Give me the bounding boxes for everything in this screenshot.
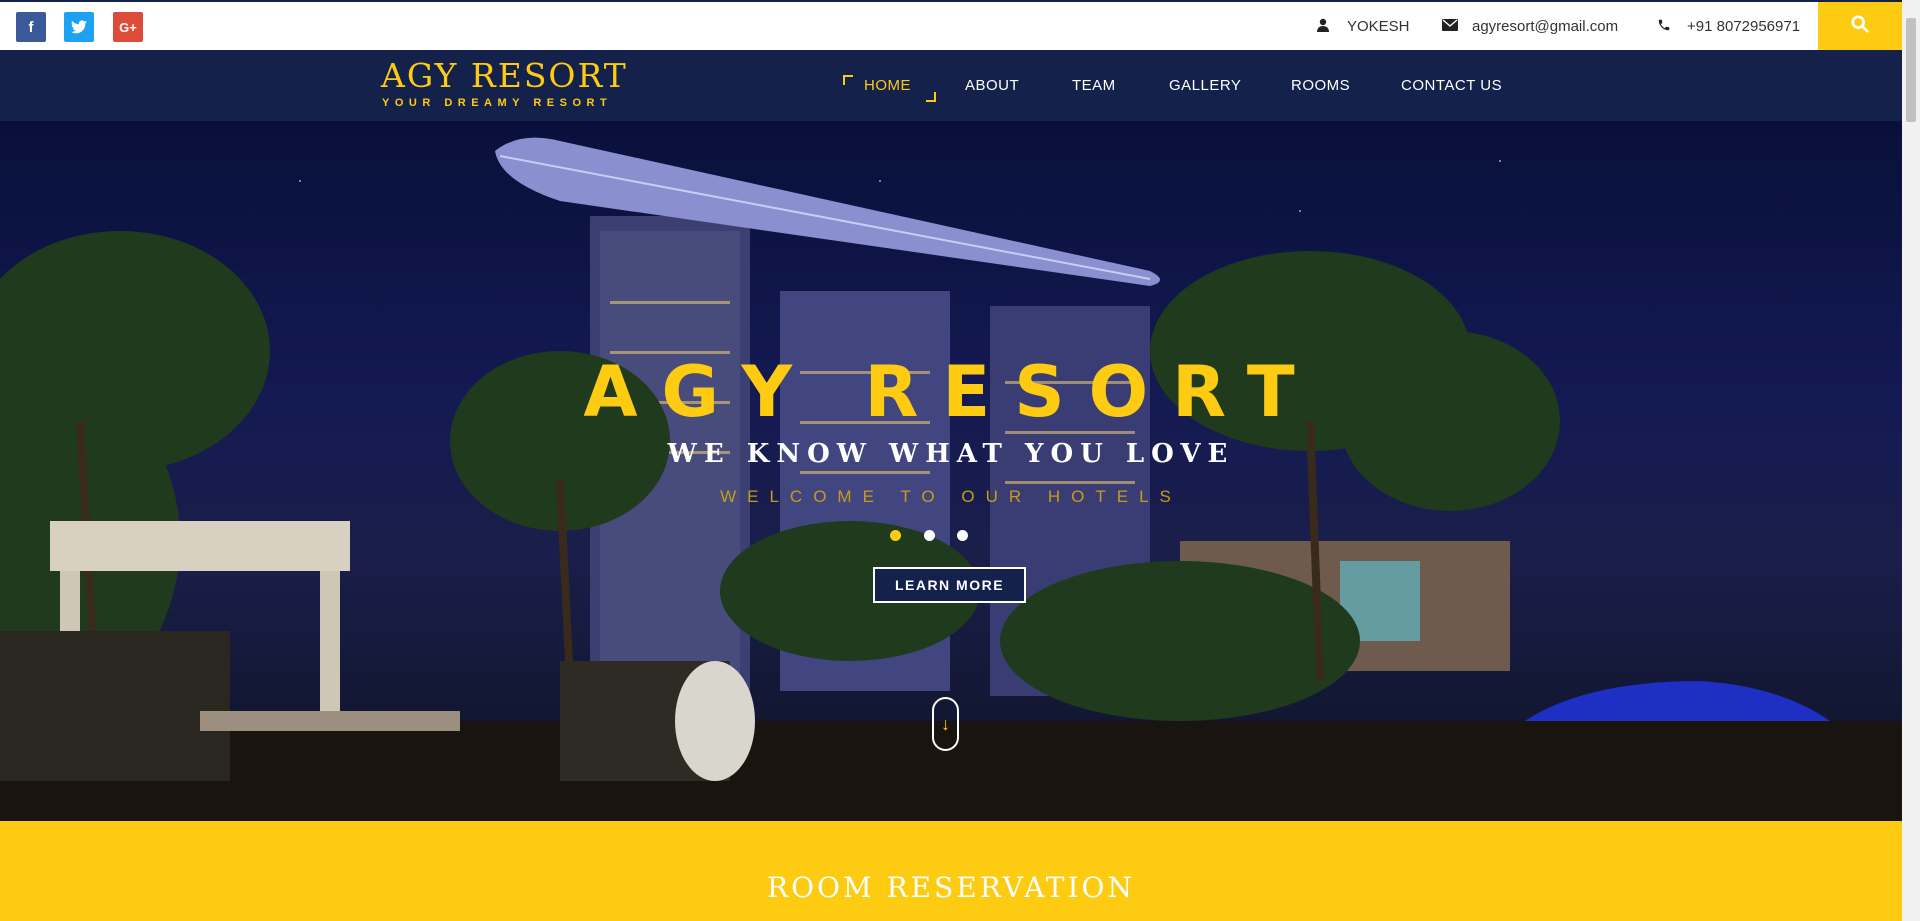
twitter-icon[interactable] <box>64 12 94 42</box>
slider-dot-3[interactable] <box>957 530 968 541</box>
scroll-down-button[interactable]: ↓ <box>932 697 959 751</box>
reservation-title: ROOM RESERVATION <box>767 871 1135 904</box>
facebook-glyph: f <box>28 18 34 36</box>
nav-home[interactable]: HOME <box>864 77 911 94</box>
arrow-down-icon: ↓ <box>941 713 950 734</box>
search-button[interactable] <box>1818 2 1902 50</box>
phone-icon <box>1657 18 1673 34</box>
email-link[interactable]: agyresort@gmail.com <box>1472 18 1618 35</box>
reservation-section: ROOM RESERVATION <box>0 821 1902 921</box>
user-info: YOKESH <box>1317 2 1410 50</box>
hero-title: AGY RESORT <box>583 351 1319 433</box>
slider-dot-1[interactable] <box>890 530 901 541</box>
nav-rooms[interactable]: ROOMS <box>1291 77 1350 94</box>
search-icon <box>1851 14 1869 38</box>
nav-gallery[interactable]: GALLERY <box>1169 77 1241 94</box>
nav-team[interactable]: TEAM <box>1072 77 1116 94</box>
hero-slider: AGY RESORT WE KNOW WHAT YOU LOVE WELCOME… <box>0 121 1902 821</box>
email-info: agyresort@gmail.com <box>1442 2 1618 50</box>
brand-logo-subtitle: YOUR DREAMY RESORT <box>382 97 613 109</box>
envelope-icon <box>1442 18 1458 34</box>
hero-welcome-text: WELCOME TO OUR HOTELS <box>720 487 1182 506</box>
nav-active-bracket-right <box>926 92 936 102</box>
brand-logo-title[interactable]: AGY RESORT <box>381 56 628 95</box>
phone-number[interactable]: +91 8072956971 <box>1687 18 1800 35</box>
hero-subtitle: WE KNOW WHAT YOU LOVE <box>667 439 1235 469</box>
google-plus-icon[interactable]: G+ <box>113 12 143 42</box>
nav-about[interactable]: ABOUT <box>965 77 1019 94</box>
top-bar: f G+ YOKESH agyresort@gmail.com +91 8072… <box>0 0 1902 50</box>
scrollbar-thumb[interactable] <box>1906 18 1916 122</box>
main-navbar: AGY RESORT YOUR DREAMY RESORT HOME ABOUT… <box>0 50 1902 121</box>
google-plus-glyph: G+ <box>119 19 137 35</box>
user-name: YOKESH <box>1347 17 1410 35</box>
user-icon <box>1317 18 1333 34</box>
phone-info: +91 8072956971 <box>1657 2 1800 50</box>
learn-more-button[interactable]: LEARN MORE <box>873 567 1026 603</box>
page-scrollbar[interactable] <box>1902 0 1920 921</box>
nav-contact-us[interactable]: CONTACT US <box>1401 77 1502 94</box>
facebook-icon[interactable]: f <box>16 12 46 42</box>
nav-active-bracket-left <box>843 75 853 85</box>
slider-dot-2[interactable] <box>924 530 935 541</box>
